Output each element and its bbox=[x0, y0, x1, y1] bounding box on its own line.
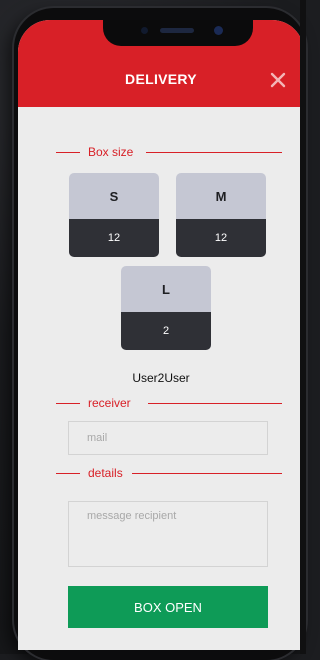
divider-line bbox=[132, 473, 282, 474]
phone-side-edge bbox=[300, 0, 306, 654]
divider-line bbox=[148, 403, 282, 404]
sensor-icon bbox=[141, 27, 148, 34]
user-name: User2User bbox=[132, 371, 190, 385]
box-size-count: 2 bbox=[121, 312, 211, 350]
divider-line bbox=[56, 403, 80, 404]
message-recipient-textarea[interactable] bbox=[68, 501, 268, 567]
box-open-button[interactable]: BOX OPEN bbox=[68, 586, 268, 628]
receiver-email-input[interactable] bbox=[68, 421, 268, 455]
divider-line bbox=[56, 152, 80, 153]
box-size-section-label: Box size bbox=[56, 144, 282, 160]
details-label: details bbox=[88, 466, 123, 480]
close-icon[interactable] bbox=[268, 70, 288, 90]
box-size-s[interactable]: S 12 bbox=[69, 173, 159, 257]
box-size-count: 12 bbox=[69, 219, 159, 257]
phone-notch bbox=[103, 20, 253, 46]
box-size-l[interactable]: L 2 bbox=[121, 266, 211, 350]
receiver-label: receiver bbox=[88, 396, 131, 410]
box-size-m[interactable]: M 12 bbox=[176, 173, 266, 257]
page-title: DELIVERY bbox=[125, 71, 197, 87]
divider-line bbox=[146, 152, 282, 153]
box-size-count: 12 bbox=[176, 219, 266, 257]
details-section-label: details bbox=[56, 465, 282, 481]
box-size-letter: M bbox=[176, 173, 266, 219]
box-size-letter: S bbox=[69, 173, 159, 219]
box-size-label: Box size bbox=[88, 145, 134, 159]
box-size-letter: L bbox=[121, 266, 211, 312]
receiver-section-label: receiver bbox=[56, 395, 282, 411]
divider-line bbox=[56, 473, 80, 474]
camera-icon bbox=[214, 26, 223, 35]
speaker-icon bbox=[160, 28, 194, 33]
app-screen: DELIVERY Box size S 12 M 12 L 2 User2Use… bbox=[18, 20, 304, 650]
